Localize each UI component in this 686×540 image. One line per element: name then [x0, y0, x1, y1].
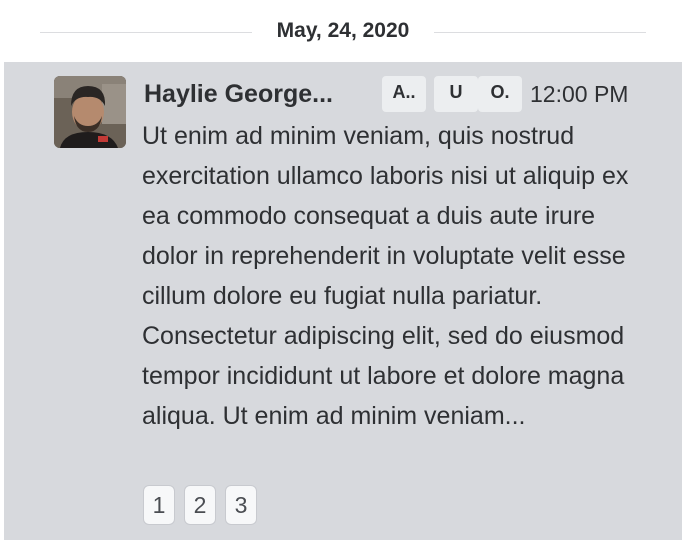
date-separator-line-right [434, 32, 646, 33]
message-item: Haylie George... A.. U O. 12:00 PM Ut en… [4, 62, 682, 540]
role-badge: O. [478, 76, 522, 112]
avatar-photo [54, 76, 126, 148]
page-button-3[interactable]: 3 [225, 485, 257, 525]
role-badge: A.. [382, 76, 426, 112]
page-button-1[interactable]: 1 [143, 485, 175, 525]
avatar[interactable] [54, 76, 126, 148]
page-button-2[interactable]: 2 [184, 485, 216, 525]
date-label: May, 24, 2020 [276, 19, 410, 42]
pagination: 1 2 3 [143, 485, 257, 525]
date-separator: May, 24, 2020 [0, 0, 686, 62]
role-badge: U [434, 76, 478, 112]
message-text: Ut enim ad minim veniam, quis nostrud ex… [142, 122, 629, 430]
date-separator-line-left [40, 32, 252, 33]
author-name[interactable]: Haylie George... [144, 80, 368, 109]
message-timestamp: 12:00 PM [530, 81, 629, 107]
